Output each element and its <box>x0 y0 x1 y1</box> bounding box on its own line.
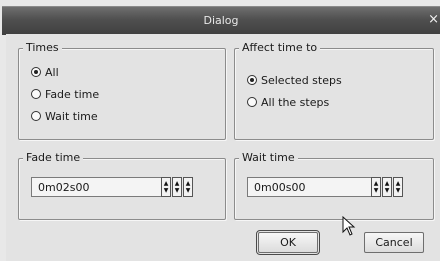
ok-button[interactable]: OK <box>256 230 320 255</box>
close-icon[interactable]: × <box>428 12 439 27</box>
radio-fade-time-label: Fade time <box>45 87 100 101</box>
dialog-window: Dialog × Times All Fade time Wait time A… <box>0 0 440 261</box>
fade-step-1-icon[interactable]: ▲ ▼ <box>161 177 171 197</box>
title-bar[interactable]: Dialog × <box>2 6 440 35</box>
affect-time-legend: Affect time to <box>239 41 321 54</box>
fade-time-stepper[interactable]: ▲ ▼ ▲ ▼ ▲ ▼ <box>161 177 193 197</box>
radio-wait-time-label: Wait time <box>45 109 98 123</box>
window-title: Dialog <box>203 14 239 27</box>
wait-time-legend: Wait time <box>239 151 298 164</box>
dialog-body: Times All Fade time Wait time Affect tim… <box>6 34 440 261</box>
fade-time-legend: Fade time <box>23 151 84 164</box>
times-legend: Times <box>23 41 62 54</box>
fade-step-2-icon[interactable]: ▲ ▼ <box>172 177 182 197</box>
radio-selected-steps[interactable]: Selected steps <box>247 72 342 88</box>
radio-all[interactable]: All <box>31 64 59 80</box>
radio-wait-time-button[interactable] <box>31 111 41 121</box>
radio-all-steps-button[interactable] <box>247 97 257 107</box>
wait-step-1-icon[interactable]: ▲ ▼ <box>371 177 381 197</box>
fade-step-3-icon[interactable]: ▲ ▼ <box>183 177 193 197</box>
wait-time-group: Wait time 0m00s00 ▲ ▼ ▲ ▼ ▲ ▼ <box>234 151 434 220</box>
mouse-pointer-icon <box>342 216 356 236</box>
radio-all-label: All <box>45 65 59 79</box>
radio-selected-steps-button[interactable] <box>247 75 257 85</box>
radio-all-steps[interactable]: All the steps <box>247 94 329 110</box>
radio-fade-time[interactable]: Fade time <box>31 86 99 102</box>
fade-time-input[interactable]: 0m02s00 <box>31 177 171 197</box>
wait-time-stepper[interactable]: ▲ ▼ ▲ ▼ ▲ ▼ <box>371 177 403 197</box>
affect-time-group: Affect time to Selected steps All the st… <box>234 41 434 140</box>
radio-all-button[interactable] <box>31 67 41 77</box>
radio-fade-time-button[interactable] <box>31 89 41 99</box>
radio-all-steps-label: All the steps <box>261 95 330 109</box>
wait-step-3-icon[interactable]: ▲ ▼ <box>393 177 403 197</box>
wait-step-2-icon[interactable]: ▲ ▼ <box>382 177 392 197</box>
radio-selected-steps-label: Selected steps <box>261 73 342 87</box>
wait-time-input[interactable]: 0m00s00 <box>247 177 377 197</box>
times-group: Times All Fade time Wait time <box>18 41 226 140</box>
radio-wait-time[interactable]: Wait time <box>31 108 98 124</box>
cancel-button[interactable]: Cancel <box>364 232 424 253</box>
fade-time-group: Fade time 0m02s00 ▲ ▼ ▲ ▼ ▲ ▼ <box>18 151 226 220</box>
